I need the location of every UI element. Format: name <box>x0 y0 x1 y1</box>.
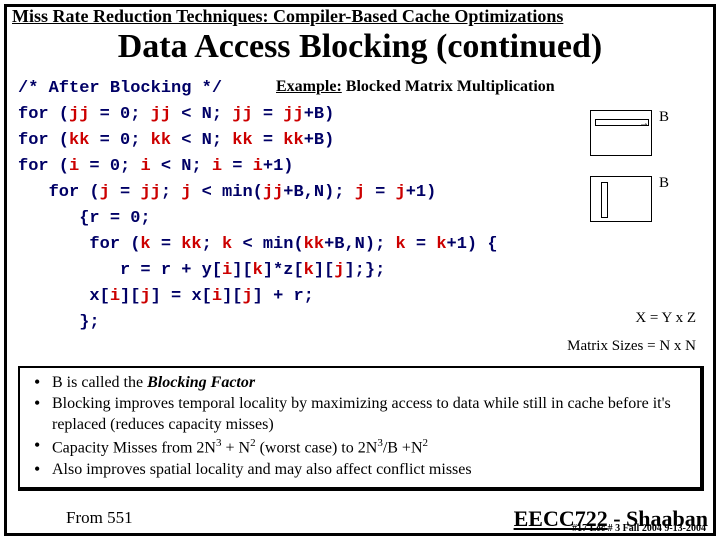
b-label-2: B <box>659 175 669 192</box>
bullet-4: Also improves spatial locality and may a… <box>30 460 692 480</box>
matrix-rect-2: B <box>590 176 652 222</box>
formula: X = Y x Z <box>635 310 696 327</box>
matrix-rect-1: B → <box>590 110 652 156</box>
inner-col <box>601 182 608 218</box>
inner-row: → <box>595 119 649 126</box>
arrow-icon: → <box>639 120 649 127</box>
from-label: From 551 <box>66 508 133 528</box>
bullet-box: B is called the Blocking Factor Blocking… <box>18 366 704 491</box>
diagram: B → B <box>590 110 690 242</box>
matrix-sizes: Matrix Sizes = N x N <box>567 338 696 355</box>
slide-meta: #17 Lec # 3 Fall 2004 9-13-2004 <box>572 523 706 534</box>
code-block: /* After Blocking */ for (jj = 0; jj < N… <box>18 76 498 336</box>
bullet-2: Blocking improves temporal locality by m… <box>30 394 692 435</box>
bullet-3: Capacity Misses from 2N3 + N2 (worst cas… <box>30 436 692 459</box>
bullet-1: B is called the Blocking Factor <box>30 373 692 393</box>
b-label-1: B <box>659 109 669 126</box>
code-l1: /* After Blocking */ <box>18 79 222 98</box>
